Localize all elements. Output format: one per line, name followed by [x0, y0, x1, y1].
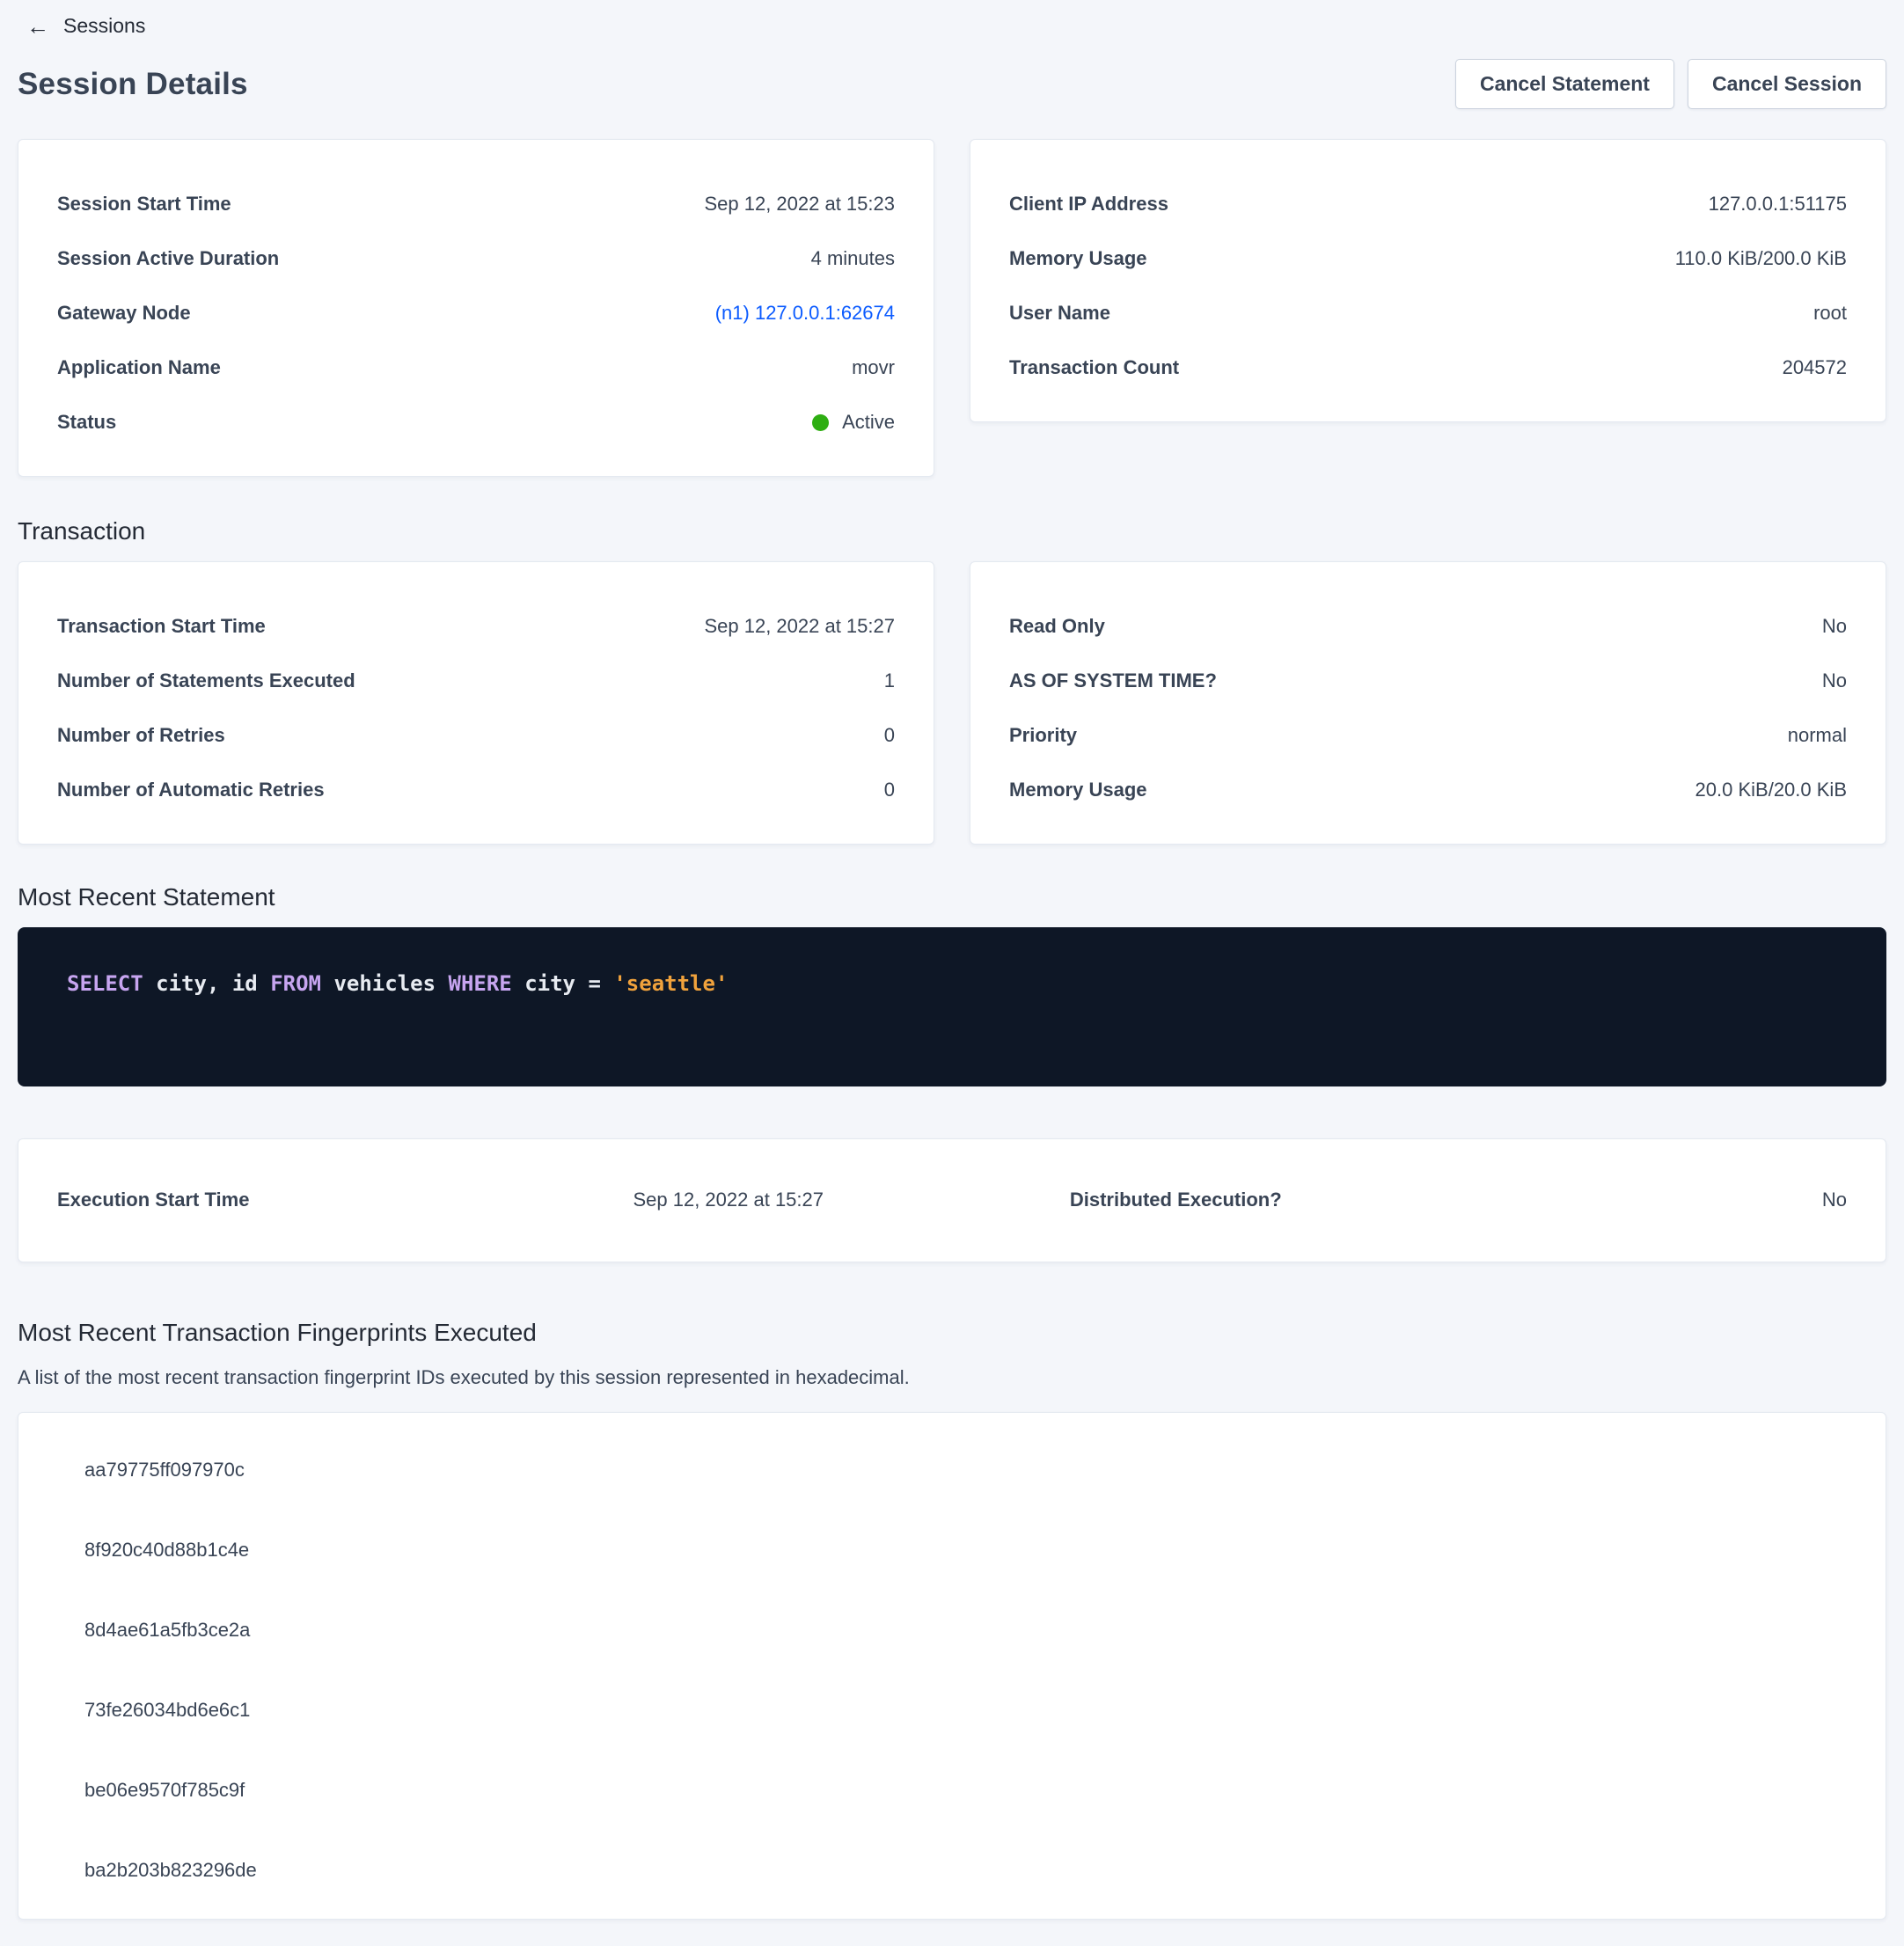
transaction-section-heading: Transaction: [18, 517, 1886, 545]
as-of-system-time-row: AS OF SYSTEM TIME? No: [1009, 654, 1847, 708]
fingerprint-list-item: 73fe26034bd6e6c1: [84, 1699, 1847, 1722]
transaction-memory-usage-row: Memory Usage 20.0 KiB/20.0 KiB: [1009, 763, 1847, 817]
auto-retries-value: 0: [884, 779, 895, 801]
status-value: Active: [842, 411, 895, 434]
gateway-node-row: Gateway Node (n1) 127.0.0.1:62674: [57, 286, 895, 340]
session-start-time-row: Session Start Time Sep 12, 2022 at 15:23: [57, 177, 895, 231]
execution-start-time-value: Sep 12, 2022 at 15:27: [505, 1189, 953, 1211]
session-summary-row: Session Start Time Sep 12, 2022 at 15:23…: [18, 139, 1886, 477]
retries-label: Number of Retries: [57, 724, 225, 747]
fingerprint-list-item: ba2b203b823296de: [84, 1859, 1847, 1882]
session-summary-card-right: Client IP Address 127.0.0.1:51175 Memory…: [970, 139, 1886, 422]
fingerprint-list-item: 8f920c40d88b1c4e: [84, 1539, 1847, 1562]
transaction-memory-usage-value: 20.0 KiB/20.0 KiB: [1695, 779, 1847, 801]
session-start-time-label: Session Start Time: [57, 193, 231, 216]
back-arrow-icon: ←: [26, 15, 49, 38]
fingerprint-list-item: aa79775ff097970c: [84, 1459, 1847, 1481]
priority-label: Priority: [1009, 724, 1077, 747]
execution-start-time-label: Execution Start Time: [57, 1189, 505, 1211]
sql-text: vehicles: [321, 971, 449, 996]
session-active-duration-row: Session Active Duration 4 minutes: [57, 231, 895, 286]
transaction-count-row: Transaction Count 204572: [1009, 340, 1847, 395]
application-name-value: movr: [852, 356, 895, 379]
as-of-system-time-label: AS OF SYSTEM TIME?: [1009, 669, 1217, 692]
transaction-card-left: Transaction Start Time Sep 12, 2022 at 1…: [18, 561, 934, 845]
fingerprint-list-item: be06e9570f785c9f: [84, 1779, 1847, 1802]
statements-executed-row: Number of Statements Executed 1: [57, 654, 895, 708]
statements-executed-label: Number of Statements Executed: [57, 669, 355, 692]
session-summary-card-left: Session Start Time Sep 12, 2022 at 15:23…: [18, 139, 934, 477]
session-details-page: ← Sessions Session Details Cancel Statem…: [0, 0, 1904, 1946]
session-active-duration-label: Session Active Duration: [57, 247, 279, 270]
status-active-dot-icon: [812, 414, 829, 431]
page-header: Session Details Cancel Statement Cancel …: [18, 59, 1886, 109]
cancel-session-button[interactable]: Cancel Session: [1688, 59, 1886, 109]
user-name-row: User Name root: [1009, 286, 1847, 340]
transaction-count-value: 204572: [1783, 356, 1847, 379]
sql-statement: SELECT city, id FROM vehicles WHERE city…: [67, 971, 1837, 997]
back-link-label: Sessions: [63, 14, 145, 38]
session-memory-usage-row: Memory Usage 110.0 KiB/200.0 KiB: [1009, 231, 1847, 286]
cancel-statement-button[interactable]: Cancel Statement: [1455, 59, 1674, 109]
gateway-node-label: Gateway Node: [57, 302, 191, 325]
sql-keyword: WHERE: [449, 971, 512, 996]
auto-retries-label: Number of Automatic Retries: [57, 779, 325, 801]
gateway-node-link[interactable]: (n1) 127.0.0.1:62674: [715, 302, 895, 325]
transaction-count-label: Transaction Count: [1009, 356, 1179, 379]
client-ip-value: 127.0.0.1:51175: [1709, 193, 1847, 216]
status-label: Status: [57, 411, 116, 434]
distributed-execution-value: No: [1400, 1189, 1848, 1211]
back-to-sessions-link[interactable]: ← Sessions: [26, 14, 145, 38]
transaction-card-right: Read Only No AS OF SYSTEM TIME? No Prior…: [970, 561, 1886, 845]
session-memory-usage-value: 110.0 KiB/200.0 KiB: [1675, 247, 1847, 270]
transaction-start-time-row: Transaction Start Time Sep 12, 2022 at 1…: [57, 599, 895, 654]
distributed-execution-label: Distributed Execution?: [952, 1189, 1400, 1211]
statement-section-heading: Most Recent Statement: [18, 883, 1886, 911]
retries-value: 0: [884, 724, 895, 747]
client-ip-label: Client IP Address: [1009, 193, 1168, 216]
fingerprints-section-heading: Most Recent Transaction Fingerprints Exe…: [18, 1319, 1886, 1347]
auto-retries-row: Number of Automatic Retries 0: [57, 763, 895, 817]
session-active-duration-value: 4 minutes: [811, 247, 895, 270]
client-ip-row: Client IP Address 127.0.0.1:51175: [1009, 177, 1847, 231]
sql-string-literal: 'seattle': [613, 971, 728, 996]
transaction-memory-usage-label: Memory Usage: [1009, 779, 1147, 801]
retries-row: Number of Retries 0: [57, 708, 895, 763]
user-name-value: root: [1813, 302, 1847, 325]
priority-value: normal: [1788, 724, 1847, 747]
session-start-time-value: Sep 12, 2022 at 15:23: [704, 193, 895, 216]
page-title: Session Details: [18, 67, 248, 102]
as-of-system-time-value: No: [1822, 669, 1847, 692]
read-only-value: No: [1822, 615, 1847, 638]
sql-text: city, id: [143, 971, 271, 996]
statements-executed-value: 1: [884, 669, 895, 692]
transaction-start-time-value: Sep 12, 2022 at 15:27: [704, 615, 895, 638]
session-memory-usage-label: Memory Usage: [1009, 247, 1147, 270]
status-badge: Active: [812, 411, 895, 434]
fingerprint-list-item: 8d4ae61a5fb3ce2a: [84, 1619, 1847, 1642]
fingerprints-card: aa79775ff097970c 8f920c40d88b1c4e 8d4ae6…: [18, 1412, 1886, 1920]
sql-statement-box: SELECT city, id FROM vehicles WHERE city…: [18, 927, 1886, 1086]
read-only-row: Read Only No: [1009, 599, 1847, 654]
transaction-start-time-label: Transaction Start Time: [57, 615, 266, 638]
priority-row: Priority normal: [1009, 708, 1847, 763]
execution-summary-card: Execution Start Time Sep 12, 2022 at 15:…: [18, 1138, 1886, 1262]
status-row: Status Active: [57, 395, 895, 450]
read-only-label: Read Only: [1009, 615, 1105, 638]
transaction-summary-row: Transaction Start Time Sep 12, 2022 at 1…: [18, 561, 1886, 845]
application-name-label: Application Name: [57, 356, 221, 379]
user-name-label: User Name: [1009, 302, 1110, 325]
sql-keyword: FROM: [270, 971, 321, 996]
sql-text: city =: [512, 971, 614, 996]
header-actions: Cancel Statement Cancel Session: [1455, 59, 1886, 109]
sql-keyword: SELECT: [67, 971, 143, 996]
fingerprints-section-description: A list of the most recent transaction fi…: [18, 1366, 1886, 1389]
application-name-row: Application Name movr: [57, 340, 895, 395]
